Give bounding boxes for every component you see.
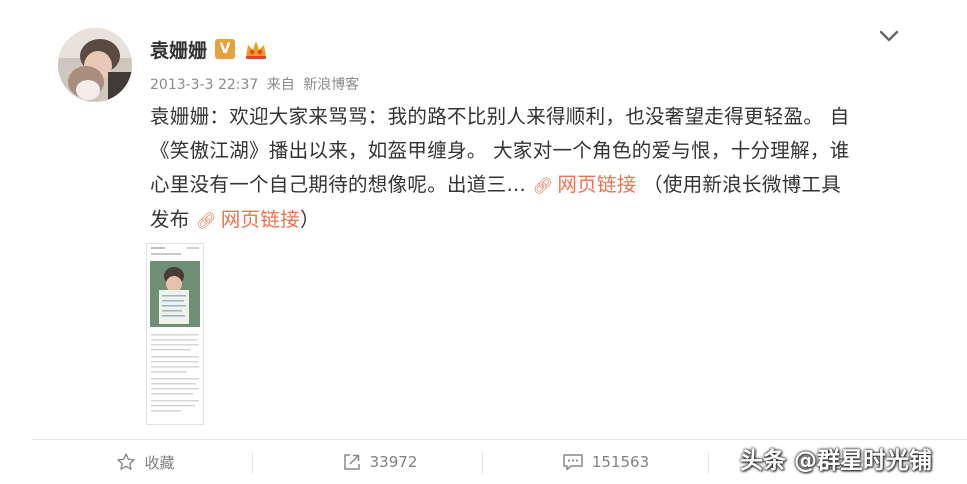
- favorite-button[interactable]: 收藏: [32, 440, 259, 484]
- source-prefix: 来自: [266, 77, 295, 93]
- long-image-thumbnail[interactable]: [146, 243, 204, 425]
- star-icon: [117, 453, 136, 470]
- web-link[interactable]: 🔗︎ 网页链接: [196, 208, 300, 231]
- post-timestamp[interactable]: 2013-3-3 22:37: [150, 77, 258, 93]
- chevron-down-icon[interactable]: [877, 27, 901, 45]
- post-meta: 2013-3-3 22:37 来自 新浪博客: [150, 74, 363, 94]
- post-text-line: 发布 🔗︎ 网页链接）: [150, 203, 910, 238]
- comment-icon: [563, 454, 583, 471]
- comment-button[interactable]: 151563: [492, 440, 719, 484]
- web-link[interactable]: 🔗︎ 网页链接: [533, 173, 637, 196]
- divider: [708, 452, 709, 474]
- post-source[interactable]: 新浪博客: [303, 77, 359, 93]
- post-text-line: 心里没有一个自己期待的想像呢。出道三… 🔗︎ 网页链接 （使用新浪长微博工具: [150, 168, 910, 203]
- post-text-segment: 心里没有一个自己期待的想像呢。出道三…: [150, 173, 533, 196]
- favorite-label: 收藏: [144, 453, 175, 472]
- post-text-segment: 发布: [150, 208, 197, 231]
- web-link-label: 网页链接: [557, 173, 637, 196]
- vip-crown-icon[interactable]: [243, 37, 269, 61]
- link-icon: 🔗︎: [196, 211, 217, 230]
- post-text-line: 《笑傲江湖》播出以来，如盔甲缠身。 大家对一个角色的爱与恨，十分理解，谁: [150, 139, 850, 162]
- user-header: 袁姗姗 V: [150, 36, 269, 63]
- watermark: 头条 @群星时光铺: [740, 448, 933, 474]
- divider: [482, 452, 483, 474]
- comment-count: 151563: [591, 453, 650, 471]
- avatar[interactable]: [58, 28, 132, 102]
- repost-count: 33972: [369, 453, 418, 471]
- link-icon: 🔗︎: [532, 176, 554, 195]
- post-body: 袁姗姗：欢迎大家来骂骂：我的路不比别人来得顺利，也没奢望走得更轻盈。 自 《笑傲…: [150, 100, 910, 238]
- post-text-segment: ）: [299, 208, 320, 231]
- username[interactable]: 袁姗姗: [150, 36, 207, 63]
- repost-icon: [343, 454, 360, 470]
- post-text-segment: （使用新浪长微博工具: [636, 173, 842, 196]
- repost-button[interactable]: 33972: [266, 440, 493, 484]
- divider: [252, 452, 253, 474]
- verified-badge-icon[interactable]: V: [215, 39, 236, 59]
- post-text-line: 袁姗姗：欢迎大家来骂骂：我的路不比别人来得顺利，也没奢望走得更轻盈。 自: [150, 105, 850, 128]
- web-link-label: 网页链接: [220, 208, 300, 231]
